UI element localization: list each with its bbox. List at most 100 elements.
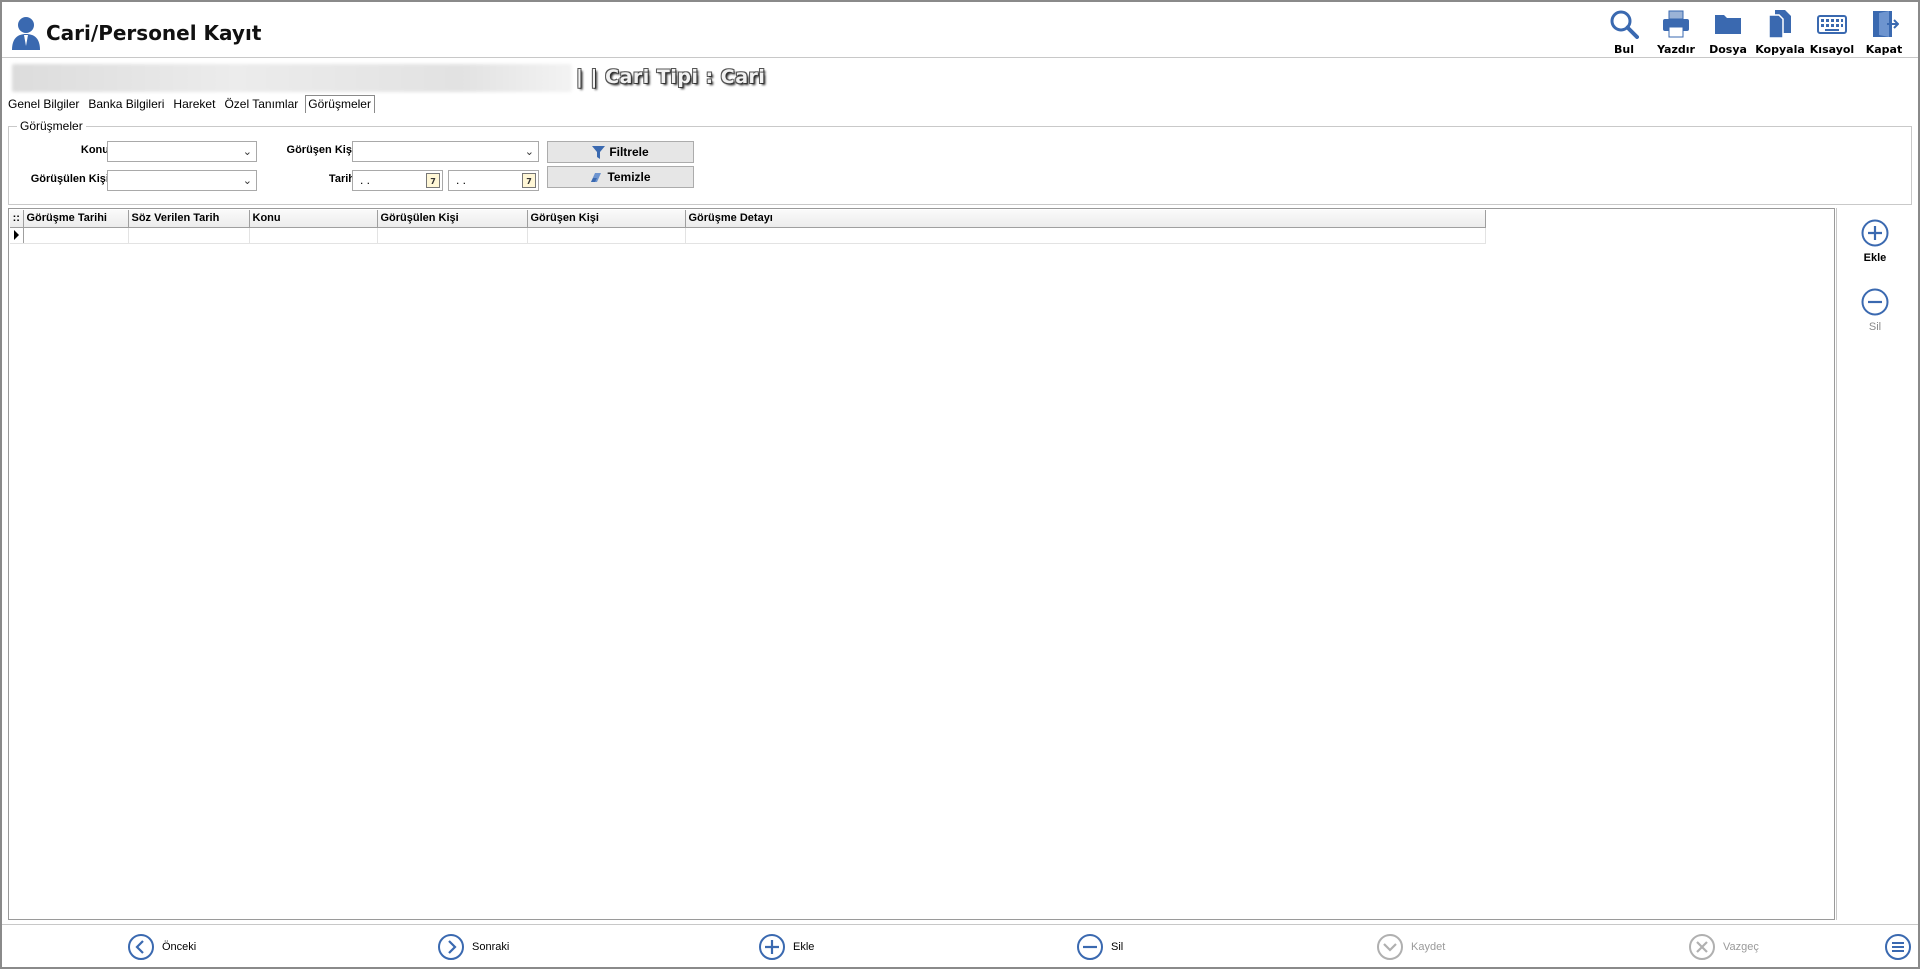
file-button[interactable]: Dosya	[1702, 6, 1754, 56]
print-button[interactable]: Yazdır	[1650, 6, 1702, 56]
save-button[interactable]: Kaydet	[1376, 933, 1445, 961]
tab-general-info[interactable]: Genel Bilgiler	[6, 96, 82, 113]
tab-transactions[interactable]: Hareket	[171, 96, 218, 113]
minus-circle-icon	[1861, 288, 1889, 316]
tab-bank-info[interactable]: Banka Bilgileri	[86, 96, 167, 113]
chevron-right-circle-icon	[438, 934, 464, 960]
side-delete-label: Sil	[1868, 321, 1882, 333]
search-icon	[1610, 10, 1639, 39]
meetings-grid[interactable]: :: Görüşme Tarihi Söz Verilen Tarih Konu…	[8, 208, 1835, 920]
find-label: Bul	[1614, 43, 1634, 56]
cell-meeting-date[interactable]	[23, 227, 129, 244]
clear-button[interactable]: Temizle	[547, 166, 694, 188]
chevron-down-icon: ⌄	[242, 145, 252, 158]
chevron-left-circle-icon	[128, 934, 154, 960]
cell-topic[interactable]	[249, 227, 378, 244]
grid-row-indicator-header[interactable]: ::	[10, 210, 24, 228]
cancel-button[interactable]: Vazgeç	[1688, 933, 1759, 961]
meetings-filter-group: Görüşmeler Konu ⌄ Görüşülen Kişi ⌄ Görüş…	[8, 119, 1912, 205]
date-from-value: . .	[360, 173, 371, 187]
contacted-person-combobox[interactable]: ⌄	[107, 170, 257, 191]
current-row-arrow-icon	[13, 229, 19, 240]
plus-circle-icon	[759, 934, 785, 960]
side-add-button[interactable]: Ekle	[1845, 218, 1905, 264]
minus-circle-icon	[1077, 934, 1103, 960]
table-row[interactable]	[10, 227, 1486, 244]
group-title: Görüşmeler	[17, 119, 86, 133]
next-button[interactable]: Sonraki	[437, 933, 509, 961]
menu-circle-icon	[1885, 934, 1911, 960]
topic-label: Konu	[80, 144, 109, 156]
clear-button-label: Temizle	[607, 170, 651, 184]
copy-button[interactable]: Kopyala	[1754, 6, 1806, 56]
file-label: Dosya	[1709, 43, 1747, 56]
side-delete-button[interactable]: Sil	[1845, 287, 1905, 333]
cell-promised-date[interactable]	[128, 227, 250, 244]
cell-meeting-detail[interactable]	[685, 227, 1486, 244]
plus-circle-icon	[1861, 219, 1889, 247]
add-button[interactable]: Ekle	[758, 933, 814, 961]
shortcut-button[interactable]: Kısayol	[1806, 6, 1858, 56]
column-header-topic[interactable]: Konu	[249, 210, 378, 228]
menu-button[interactable]	[1884, 933, 1912, 961]
side-add-label: Ekle	[1863, 252, 1887, 264]
calendar-icon[interactable]: 7	[522, 173, 536, 188]
next-label: Sonraki	[472, 941, 510, 953]
tab-strip: Genel Bilgiler Banka Bilgileri Hareket Ö…	[6, 95, 379, 114]
record-type-label: | | Cari Tipi : Cari	[576, 66, 766, 88]
chevron-down-icon: ⌄	[524, 145, 534, 158]
column-header-meeting-date[interactable]: Görüşme Tarihi	[23, 210, 129, 228]
find-button[interactable]: Bul	[1598, 6, 1650, 56]
close-circle-icon	[1689, 934, 1715, 960]
exit-door-icon	[1873, 11, 1899, 37]
topic-combobox[interactable]: ⌄	[107, 141, 257, 162]
folder-icon	[1715, 15, 1741, 34]
close-label: Kapat	[1865, 43, 1903, 56]
column-header-meeting-detail[interactable]: Görüşme Detayı	[685, 210, 1486, 228]
close-button[interactable]: Kapat	[1858, 6, 1910, 56]
printer-icon	[1663, 10, 1689, 38]
date-to-value: . .	[456, 173, 467, 187]
grid-table: :: Görüşme Tarihi Söz Verilen Tarih Konu…	[10, 210, 1486, 244]
grid-header-row: :: Görüşme Tarihi Söz Verilen Tarih Konu…	[10, 210, 1486, 228]
tab-custom-definitions[interactable]: Özel Tanımlar	[222, 96, 301, 113]
date-from-input[interactable]: . . 7	[352, 170, 443, 191]
previous-button[interactable]: Önceki	[127, 933, 196, 961]
date-label: Tarih	[328, 173, 355, 185]
cell-contacted-person[interactable]	[377, 227, 528, 244]
cancel-label: Vazgeç	[1723, 941, 1759, 953]
eraser-icon	[591, 172, 602, 182]
row-indicator	[10, 227, 24, 244]
previous-label: Önceki	[162, 941, 197, 953]
column-header-meeting-person[interactable]: Görüşen Kişi	[527, 210, 686, 228]
record-name-redacted	[12, 64, 572, 92]
header-bar: Cari/Personel Kayıt Bul Yazdır Dosya Kop…	[2, 2, 1918, 58]
delete-label: Sil	[1111, 941, 1124, 953]
date-to-input[interactable]: . . 7	[448, 170, 539, 191]
column-header-promised-date[interactable]: Söz Verilen Tarih	[128, 210, 250, 228]
copy-label: Kopyala	[1755, 43, 1805, 56]
chevron-down-circle-icon	[1377, 934, 1403, 960]
chevron-down-icon: ⌄	[242, 174, 252, 187]
funnel-icon	[592, 145, 606, 159]
contacted-person-label: Görüşülen Kişi	[30, 173, 109, 185]
filter-button[interactable]: Filtrele	[547, 141, 694, 163]
cell-meeting-person[interactable]	[527, 227, 686, 244]
print-label: Yazdır	[1657, 43, 1695, 56]
copy-icon	[1768, 10, 1791, 39]
user-icon	[12, 17, 40, 50]
column-header-contacted-person[interactable]: Görüşülen Kişi	[377, 210, 528, 228]
toolbar: Bul Yazdır Dosya Kopyala Kısayol Kapat	[1598, 6, 1910, 56]
meeting-person-combobox[interactable]: ⌄	[352, 141, 539, 162]
side-action-panel: Ekle Sil	[1836, 208, 1912, 920]
save-label: Kaydet	[1411, 941, 1446, 953]
meeting-person-label: Görüşen Kişi	[286, 144, 355, 156]
window-title: Cari/Personel Kayıt	[46, 21, 262, 45]
calendar-icon[interactable]: 7	[426, 173, 440, 188]
delete-button[interactable]: Sil	[1076, 933, 1123, 961]
keyboard-icon	[1817, 15, 1847, 34]
bottom-action-bar: Önceki Sonraki Ekle Sil Kaydet Vazgeç	[2, 924, 1918, 967]
shortcut-label: Kısayol	[1809, 43, 1855, 56]
filter-button-label: Filtrele	[609, 145, 649, 159]
tab-meetings[interactable]: Görüşmeler	[305, 95, 375, 113]
